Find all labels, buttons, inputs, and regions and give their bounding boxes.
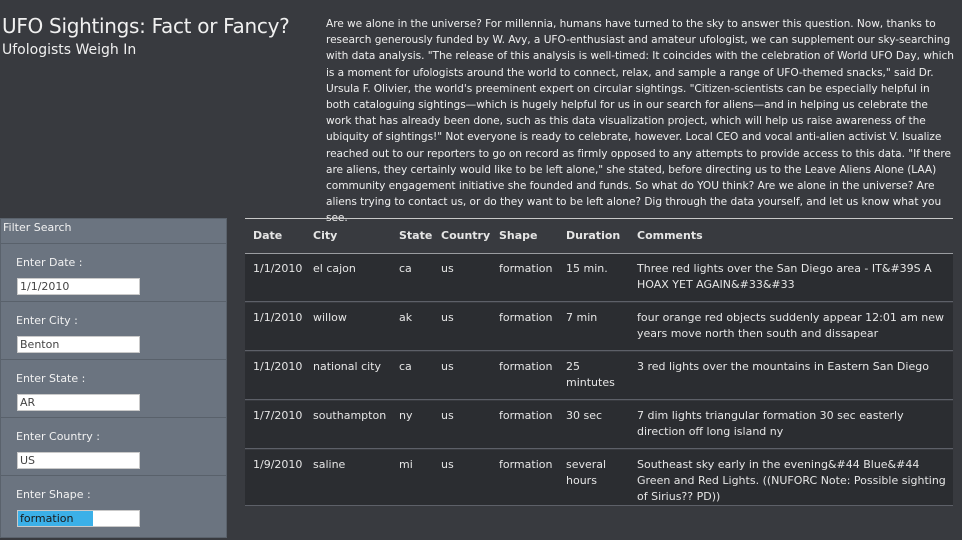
cell-shape: formation	[499, 360, 553, 373]
state-input[interactable]	[17, 394, 140, 411]
cell-duration: 7 min	[566, 311, 598, 324]
cell-date: 1/1/2010	[253, 262, 303, 275]
filter-country: Enter Country :	[1, 417, 226, 475]
table-row: 1/7/2010 southampton ny us formation 30 …	[245, 401, 953, 449]
page-title: UFO Sightings: Fact or Fancy?	[2, 14, 290, 38]
cell-state: ca	[399, 360, 412, 373]
cell-country: us	[441, 262, 454, 275]
cell-city: saline	[313, 458, 346, 471]
cell-city: willow	[313, 311, 347, 324]
column-header-date: Date	[253, 229, 283, 242]
cell-country: us	[441, 458, 454, 471]
cell-state: ny	[399, 409, 413, 422]
filter-state-label: Enter State :	[16, 372, 86, 385]
column-header-shape: Shape	[499, 229, 538, 242]
date-input[interactable]	[17, 278, 140, 295]
cell-comments: Southeast sky early in the evening&#44 B…	[637, 458, 946, 503]
cell-city: southampton	[313, 409, 387, 422]
filter-country-label: Enter Country :	[16, 430, 100, 443]
column-header-city: City	[313, 229, 338, 242]
cell-shape: formation	[499, 262, 553, 275]
table-row: 1/1/2010 willow ak us formation 7 min fo…	[245, 303, 953, 351]
filter-state: Enter State :	[1, 359, 226, 417]
shape-input[interactable]	[17, 510, 140, 527]
cell-duration: 15 min.	[566, 262, 608, 275]
cell-country: us	[441, 409, 454, 422]
cell-date: 1/9/2010	[253, 458, 303, 471]
filter-city-label: Enter City :	[16, 314, 78, 327]
filter-panel: Filter Search Enter Date : Enter City : …	[0, 218, 227, 538]
cell-shape: formation	[499, 409, 553, 422]
filter-shape: Enter Shape :	[1, 475, 226, 533]
country-input[interactable]	[17, 452, 140, 469]
table-row: 1/1/2010 national city ca us formation 2…	[245, 352, 953, 400]
cell-country: us	[441, 360, 454, 373]
cell-duration: 25 mintutes	[566, 360, 615, 389]
filter-shape-label: Enter Shape :	[16, 488, 91, 501]
cell-comments: 3 red lights over the mountains in Easte…	[637, 360, 929, 373]
cell-comments: Three red lights over the San Diego area…	[637, 262, 932, 291]
filter-city: Enter City :	[1, 301, 226, 359]
column-header-state: State	[399, 229, 433, 242]
cell-duration: 30 sec	[566, 409, 603, 422]
cell-state: mi	[399, 458, 413, 471]
page-subtitle: Ufologists Weigh In	[2, 42, 137, 58]
cell-comments: four orange red objects suddenly appear …	[637, 311, 945, 340]
cell-city: el cajon	[313, 262, 356, 275]
cell-country: us	[441, 311, 454, 324]
cell-shape: formation	[499, 311, 553, 324]
cell-date: 1/1/2010	[253, 311, 303, 324]
table-header: Date City State Country Shape Duration C…	[245, 219, 953, 254]
filter-panel-title: Filter Search	[3, 221, 72, 234]
cell-date: 1/1/2010	[253, 360, 303, 373]
cell-shape: formation	[499, 458, 553, 471]
column-header-country: Country	[441, 229, 491, 242]
table-row: 1/9/2010 saline mi us formation several …	[245, 450, 953, 506]
filter-date: Enter Date :	[1, 243, 226, 301]
cell-state: ca	[399, 262, 412, 275]
table-row: 1/1/2010 el cajon ca us formation 15 min…	[245, 254, 953, 302]
cell-date: 1/7/2010	[253, 409, 303, 422]
cell-duration: several hours	[566, 458, 607, 487]
intro-paragraph: Are we alone in the universe? For millen…	[326, 18, 954, 225]
filter-date-label: Enter Date :	[16, 256, 83, 269]
cell-state: ak	[399, 311, 413, 324]
column-header-duration: Duration	[566, 229, 621, 242]
cell-city: national city	[313, 360, 382, 373]
city-input[interactable]	[17, 336, 140, 353]
column-header-comments: Comments	[637, 229, 703, 242]
ufo-table: Date City State Country Shape Duration C…	[245, 218, 953, 507]
cell-comments: 7 dim lights triangular formation 30 sec…	[637, 409, 904, 438]
